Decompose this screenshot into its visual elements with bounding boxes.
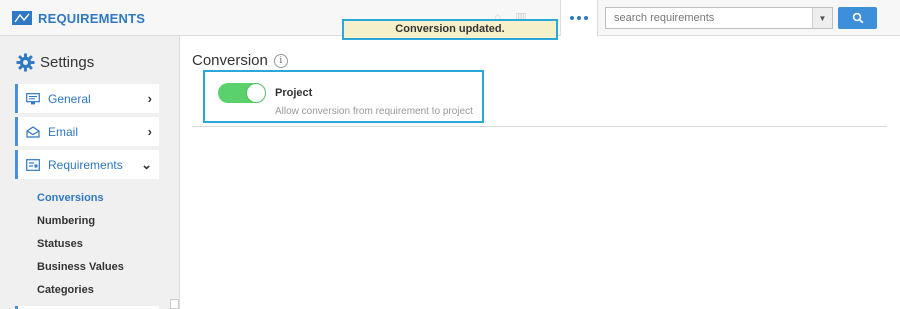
scrollbar-handle[interactable] [170, 299, 179, 309]
divider [192, 126, 887, 127]
app-title: REQUIREMENTS [38, 10, 146, 26]
toast-notification: Conversion updated. [342, 19, 558, 40]
info-icon[interactable]: i [273, 53, 288, 68]
sidebar-item-email[interactable]: Email › [15, 117, 159, 146]
search-input[interactable] [606, 8, 812, 28]
section-title: Conversion [192, 52, 268, 69]
settings-title: Settings [40, 54, 95, 71]
more-options-button[interactable] [560, 0, 598, 36]
search-dropdown-button[interactable]: ▼ [812, 8, 832, 28]
conversion-option-description: Allow conversion from requirement to pro… [275, 106, 473, 117]
envelope-icon [26, 125, 40, 138]
monitor-icon [26, 92, 40, 104]
subnav-item-conversions[interactable]: Conversions [37, 192, 104, 204]
search-button[interactable] [838, 7, 877, 29]
subnav-item-business-values[interactable]: Business Values [37, 261, 124, 273]
ellipsis-icon [570, 16, 574, 20]
app-brand[interactable]: REQUIREMENTS [12, 8, 145, 28]
chevron-right-icon: › [147, 124, 152, 139]
chevron-down-icon: ▼ [818, 13, 827, 23]
conversion-option-row: Project Allow conversion from requiremen… [203, 70, 484, 123]
sidebar-item-label: Email [48, 124, 79, 139]
subnav-item-statuses[interactable]: Statuses [37, 238, 83, 250]
gear-icon [16, 53, 35, 72]
subnav-item-categories[interactable]: Categories [37, 284, 94, 296]
main-content: Conversion i Project Allow conversion fr… [181, 36, 900, 309]
sidebar-item-label: Requirements [48, 157, 123, 172]
sidebar-item-requirements[interactable]: Requirements ⌄ [15, 150, 159, 179]
chevron-down-icon: ⌄ [141, 156, 152, 172]
search-box: ▼ [605, 7, 833, 29]
settings-sidebar: Settings General › Email › Requirements … [0, 36, 180, 309]
conversion-option-title: Project [275, 87, 313, 99]
settings-heading: Settings [16, 53, 94, 72]
project-conversion-toggle[interactable] [218, 83, 266, 103]
chevron-right-icon: › [147, 91, 152, 106]
magnifier-icon [852, 12, 863, 24]
list-icon [26, 158, 40, 171]
subnav-item-numbering[interactable]: Numbering [37, 215, 95, 227]
requirements-logo-icon [12, 11, 32, 25]
sidebar-item-general[interactable]: General › [15, 84, 159, 113]
ellipsis-dot [584, 16, 588, 20]
toggle-knob [247, 84, 265, 102]
section-heading: Conversion i [192, 52, 288, 69]
ellipsis-dot [577, 16, 581, 20]
sidebar-item-label: General [48, 91, 91, 106]
